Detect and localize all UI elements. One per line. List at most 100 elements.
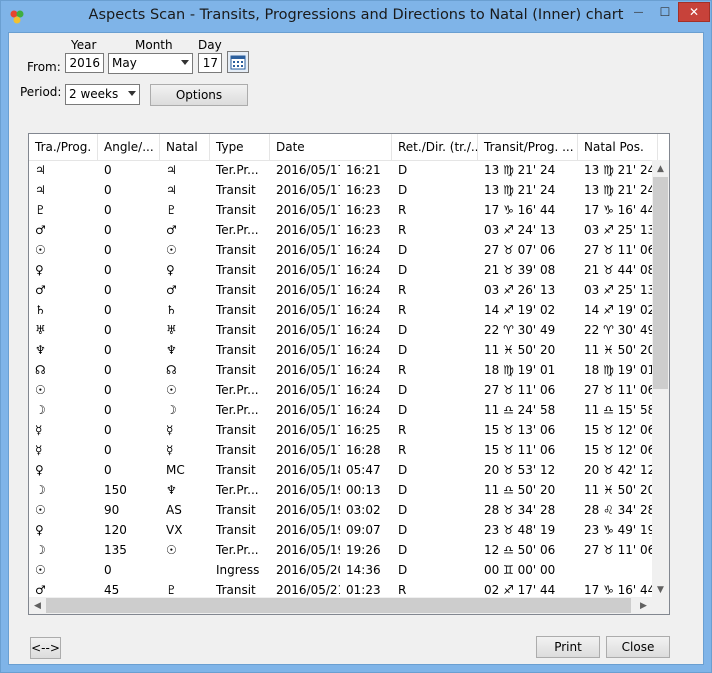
table-row[interactable]: ☽ 135 ☉ Ter.Pr... 2016/05/19 19:26 D 12 ♎ 50' 0… <box>29 540 655 560</box>
horizontal-scrollbar[interactable]: ◀ ▶ <box>29 597 669 614</box>
table-row[interactable]: ♀ 0 ♀ Transit 2016/05/17 16:24 D 21 ♉ 39' 08 21 … <box>29 260 655 280</box>
table-cell: 16:23 <box>346 183 381 197</box>
table-cell: 13 ♍ 21' 24 <box>584 163 656 177</box>
table-cell: 90 <box>104 503 120 517</box>
table-cell: ☽ <box>35 403 46 417</box>
table-cell: ♀ <box>35 463 44 477</box>
table-row[interactable]: ☽ 0 ☽ Ter.Pr... 2016/05/17 16:24 D 11 ♎ 24' 58 1… <box>29 400 655 420</box>
table-cell: 03 ♐ 26' 13 <box>484 283 556 297</box>
aspects-list[interactable]: Tra./Prog. Angle/... Natal Type Date Ret./Dir… <box>28 133 670 615</box>
table-row[interactable]: ♂ 0 ♂ Ter.Pr... 2016/05/17 16:23 R 03 ♐ 24' 13 0… <box>29 220 655 240</box>
table-row[interactable]: ♄ 0 ♄ Transit 2016/05/17 16:24 R 14 ♐ 19' 02 14 … <box>29 300 655 320</box>
table-row[interactable]: ♃ 0 ♃ Transit 2016/05/17 16:23 D 13 ♍ 21' 24 13 … <box>29 180 655 200</box>
minimize-button[interactable]: — <box>625 2 652 22</box>
table-cell: 135 <box>104 543 127 557</box>
table-cell: ♅ <box>166 323 177 337</box>
table-row[interactable]: ♇ 0 ♇ Transit 2016/05/17 16:23 R 17 ♑ 16' 44 17 … <box>29 200 655 220</box>
options-button[interactable]: Options <box>150 84 248 106</box>
table-row[interactable]: ♅ 0 ♅ Transit 2016/05/17 16:24 D 22 ♈ 30' 49 22 … <box>29 320 655 340</box>
table-cell: 2016/05/17 <box>276 183 340 197</box>
table-row[interactable]: ☿ 0 ☿ Transit 2016/05/17 16:25 R 15 ♉ 13' 06 15 … <box>29 420 655 440</box>
scroll-up-icon[interactable]: ▲ <box>652 160 669 177</box>
table-cell: R <box>398 223 407 237</box>
close-button[interactable]: Close <box>606 636 670 658</box>
table-cell: 16:23 <box>346 203 381 217</box>
table-row[interactable]: ☉ 90 AS Transit 2016/05/19 03:02 D 28 ♉ 34' 28 2… <box>29 500 655 520</box>
day-input[interactable]: 17 <box>198 53 222 73</box>
column-header[interactable]: Transit/Prog. ... <box>478 134 578 160</box>
table-cell: 16:21 <box>346 163 381 177</box>
table-cell: 05:47 <box>346 463 381 477</box>
table-cell: 2016/05/17 <box>276 363 340 377</box>
table-cell: Transit <box>216 503 256 517</box>
column-header[interactable]: Natal <box>160 134 210 160</box>
print-button[interactable]: Print <box>536 636 600 658</box>
table-cell: ☉ <box>35 503 46 517</box>
vertical-scrollbar[interactable]: ▲ ▼ <box>652 160 669 598</box>
column-header[interactable]: Type <box>210 134 270 160</box>
table-row[interactable]: ♀ 0 MC Transit 2016/05/18 05:47 D 20 ♉ 53' 12 20… <box>29 460 655 480</box>
column-header[interactable]: Date <box>270 134 392 160</box>
table-row[interactable]: ♂ 0 ♂ Transit 2016/05/17 16:24 R 03 ♐ 26' 13 03 … <box>29 280 655 300</box>
table-row[interactable]: ♃ 0 ♃ Ter.Pr... 2016/05/17 16:21 D 13 ♍ 21' 24 1… <box>29 160 655 180</box>
scroll-down-icon[interactable]: ▼ <box>652 581 669 598</box>
table-cell: Transit <box>216 303 256 317</box>
table-cell: R <box>398 423 407 437</box>
column-header[interactable]: Natal Pos. <box>578 134 658 160</box>
period-select[interactable]: 2 weeks <box>65 84 140 105</box>
table-cell: 0 <box>104 323 112 337</box>
column-header[interactable]: Angle/... <box>98 134 160 160</box>
table-cell: 14:36 <box>346 563 381 577</box>
vertical-scroll-thumb[interactable] <box>653 177 668 389</box>
table-row[interactable]: ☊ 0 ☊ Transit 2016/05/17 16:24 R 18 ♍ 19' 01 18 … <box>29 360 655 380</box>
table-cell: 23 ♑ 49' 19 <box>584 523 656 537</box>
table-row[interactable]: ☽ 150 ♆ Ter.Pr... 2016/05/19 00:13 D 11 ♎ 50' 2… <box>29 480 655 500</box>
table-cell: D <box>398 323 408 337</box>
table-cell: D <box>398 503 408 517</box>
scroll-right-icon[interactable]: ▶ <box>635 597 652 614</box>
from-label: From: <box>27 60 61 74</box>
table-cell: 2016/05/17 <box>276 383 340 397</box>
table-row[interactable]: ☉ 0 ☉ Ter.Pr... 2016/05/17 16:24 D 27 ♉ 11' 06 2… <box>29 380 655 400</box>
table-cell: 2016/05/17 <box>276 323 340 337</box>
maximize-button[interactable]: ☐ <box>652 2 678 22</box>
window-title: Aspects Scan - Transits, Progressions an… <box>88 7 624 23</box>
table-cell: 120 <box>104 523 127 537</box>
table-cell: Transit <box>216 203 256 217</box>
title-bar[interactable]: Aspects Scan - Transits, Progressions an… <box>1 1 711 33</box>
table-cell: R <box>398 363 407 377</box>
column-header[interactable]: Ret./Dir. (tr./... <box>392 134 478 160</box>
table-cell: Ter.Pr... <box>216 163 259 177</box>
table-cell: 16:24 <box>346 383 381 397</box>
table-cell: 16:24 <box>346 303 381 317</box>
table-cell: 21 ♉ 44' 08 <box>584 263 656 277</box>
close-window-button[interactable]: ✕ <box>678 2 710 22</box>
table-cell: 11 ♓ 50' 20 <box>584 483 656 497</box>
table-cell: D <box>398 483 408 497</box>
table-row[interactable]: ♀ 120 VX Transit 2016/05/19 09:07 D 23 ♉ 48' 19… <box>29 520 655 540</box>
calendar-button[interactable] <box>227 51 249 73</box>
table-cell: Transit <box>216 323 256 337</box>
table-cell: 28 ♌ 34' 28 <box>584 503 656 517</box>
column-header[interactable]: Tra./Prog. <box>29 134 98 160</box>
month-select[interactable]: May <box>108 53 193 74</box>
table-cell: 03:02 <box>346 503 381 517</box>
scroll-left-icon[interactable]: ◀ <box>29 597 46 614</box>
table-cell: 16:24 <box>346 323 381 337</box>
table-row[interactable]: ☉ 0 ☉ Transit 2016/05/17 16:24 D 27 ♉ 07' 06 27 … <box>29 240 655 260</box>
table-cell: 09:07 <box>346 523 381 537</box>
table-row[interactable]: ☿ 0 ☿ Transit 2016/05/17 16:28 R 15 ♉ 11' 06 15 … <box>29 440 655 460</box>
table-cell: 16:28 <box>346 443 381 457</box>
year-input[interactable]: 2016 <box>65 53 104 73</box>
table-cell: ☿ <box>35 423 43 437</box>
table-row[interactable]: ☉ 0 Ingress 2016/05/20 14:36 D 00 ♊ 00' 00 <box>29 560 653 580</box>
app-window: Aspects Scan - Transits, Progressions an… <box>0 0 712 673</box>
table-cell: 03 ♐ 24' 13 <box>484 223 556 237</box>
table-row[interactable]: ♆ 0 ♆ Transit 2016/05/17 16:24 D 11 ♓ 50' 20 11 … <box>29 340 655 360</box>
table-cell: 00 ♊ 00' 00 <box>484 563 556 577</box>
table-cell: D <box>398 563 408 577</box>
table-cell: 15 ♉ 13' 06 <box>484 423 556 437</box>
horizontal-scroll-thumb[interactable] <box>46 598 631 613</box>
swap-button[interactable]: <--> <box>30 637 61 659</box>
table-cell: 03 ♐ 25' 13 <box>584 223 656 237</box>
